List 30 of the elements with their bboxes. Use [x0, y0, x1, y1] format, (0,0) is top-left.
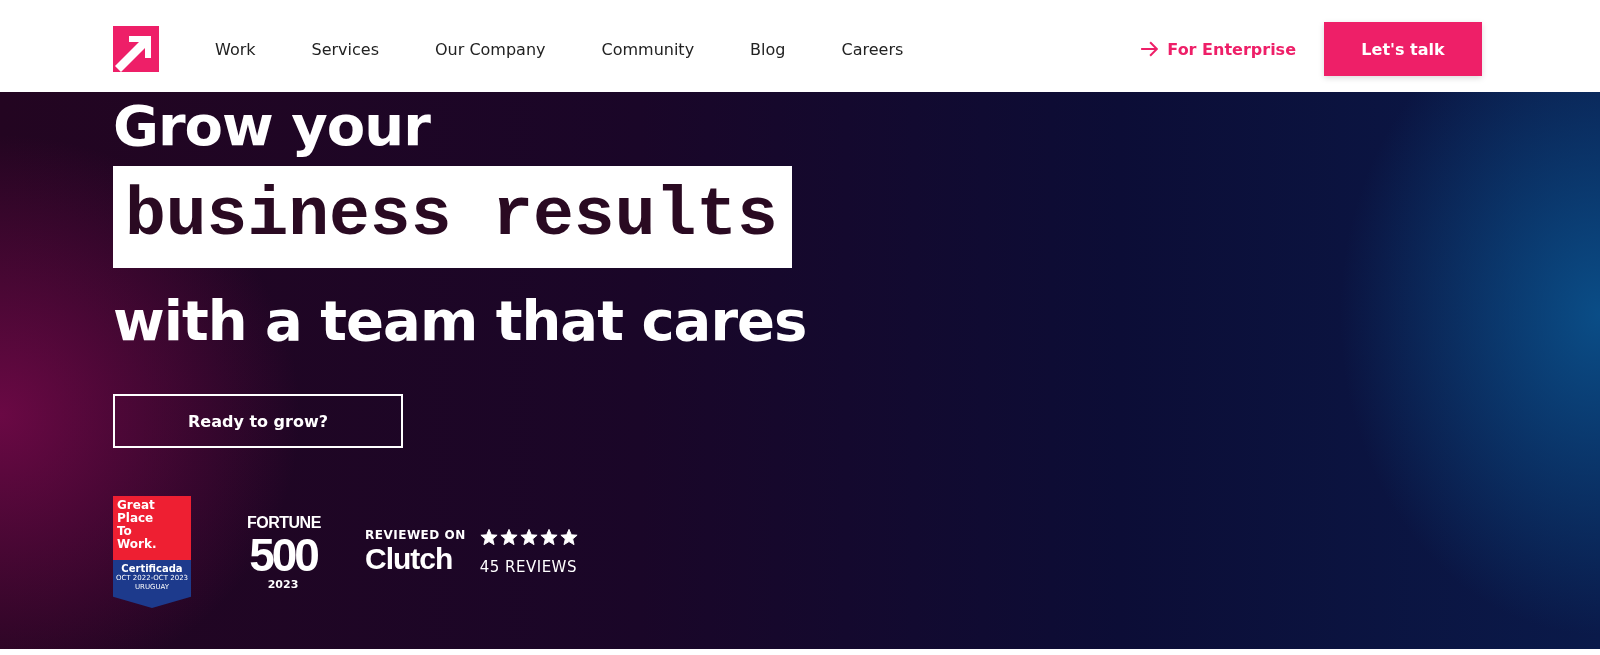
talk-button[interactable]: Let's talk	[1324, 22, 1482, 76]
nav-link[interactable]: Blog	[750, 39, 786, 59]
star-icon	[479, 528, 498, 546]
headline: with a team that cares	[113, 287, 808, 355]
arrow-icon	[1140, 40, 1159, 58]
review-count: 45 REVIEWS	[479, 558, 578, 576]
fortune-number: 500	[248, 531, 319, 578]
badge-text: To	[117, 525, 133, 538]
logo-icon[interactable]	[113, 26, 159, 72]
badge-text: Work.	[117, 538, 158, 551]
star-icon	[559, 528, 578, 546]
star-icon	[499, 528, 518, 546]
star-icon	[519, 528, 538, 546]
badge-text: Great	[117, 499, 156, 512]
nav-link[interactable]: Work	[215, 39, 256, 59]
fortune-label: FORTUNE	[247, 513, 319, 532]
clutch-brand: Clutch	[365, 542, 454, 576]
star-icon	[539, 528, 558, 546]
badge-status: Certificada	[120, 563, 184, 574]
grow-button[interactable]: Ready to grow?	[113, 394, 403, 448]
fortune-year: 2023	[266, 577, 300, 591]
nav-link[interactable]: Careers	[841, 39, 904, 59]
review-caption: REVIEWED ON	[365, 528, 466, 542]
nav-link[interactable]: Our Company	[435, 39, 546, 59]
nav-link[interactable]: Community	[601, 39, 695, 59]
headline: Grow your	[113, 92, 432, 160]
badge-text: Place	[117, 512, 155, 525]
enterprise-link[interactable]: For Enterprise	[1140, 39, 1296, 59]
nav-link[interactable]: Services	[311, 39, 379, 59]
headline-highlight: business results	[113, 166, 792, 268]
